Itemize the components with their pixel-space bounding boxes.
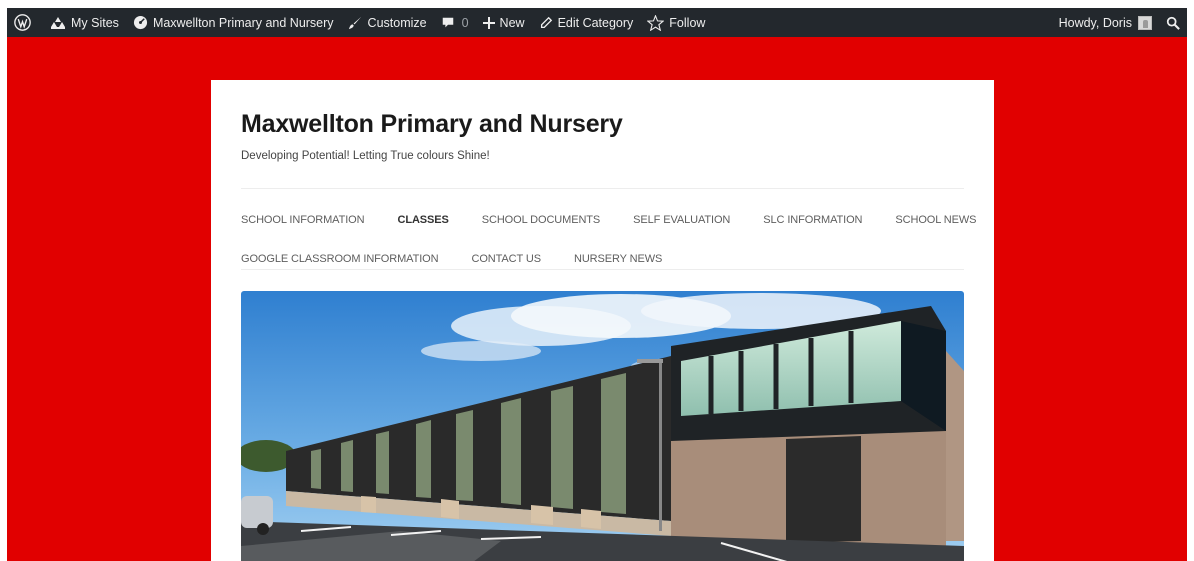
site-name-menu[interactable]: Maxwellton Primary and Nursery [126, 8, 341, 37]
site-description: Developing Potential! Letting True colou… [241, 150, 490, 162]
dashboard-icon [133, 15, 148, 30]
follow-label: Follow [669, 15, 706, 30]
my-sites-menu[interactable]: My Sites [43, 8, 126, 37]
nav-item-slc-information[interactable]: SLC INFORMATION [763, 214, 862, 226]
customize-label: Customize [367, 15, 427, 30]
nav-bottom-divider [241, 269, 964, 270]
star-outline-icon [647, 14, 665, 31]
site-title[interactable]: Maxwellton Primary and Nursery [241, 110, 623, 139]
site-name-label: Maxwellton Primary and Nursery [152, 15, 334, 30]
site-page: Maxwellton Primary and Nursery Developin… [211, 80, 994, 561]
plus-icon [482, 16, 495, 29]
page-frame: My Sites Maxwellton Primary and Nursery … [7, 8, 1187, 561]
wordpress-logo-icon [14, 14, 31, 31]
nav-item-school-documents[interactable]: SCHOOL DOCUMENTS [482, 214, 600, 226]
main-navigation: SCHOOL INFORMATION CLASSES SCHOOL DOCUME… [241, 200, 977, 278]
account-menu[interactable]: Howdy, Doris [1052, 8, 1159, 37]
admin-bar-secondary: Howdy, Doris [1052, 8, 1187, 37]
admin-bar: My Sites Maxwellton Primary and Nursery … [7, 8, 1187, 37]
nav-top-divider [241, 188, 964, 189]
howdy-label: Howdy, Doris [1058, 15, 1132, 30]
nav-item-google-classroom-information[interactable]: GOOGLE CLASSROOM INFORMATION [241, 253, 439, 265]
nav-row: GOOGLE CLASSROOM INFORMATION CONTACT US … [241, 239, 964, 278]
admin-search-button[interactable] [1159, 8, 1187, 37]
nav-item-nursery-news[interactable]: NURSERY NEWS [574, 253, 662, 265]
nav-item-school-information[interactable]: SCHOOL INFORMATION [241, 214, 365, 226]
new-label: New [499, 15, 525, 30]
comments-count: 0 [461, 15, 469, 30]
nav-row: SCHOOL INFORMATION CLASSES SCHOOL DOCUME… [241, 200, 977, 239]
nav-item-self-evaluation[interactable]: SELF EVALUATION [633, 214, 730, 226]
new-content-button[interactable]: New [476, 8, 532, 37]
my-sites-label: My Sites [71, 15, 119, 30]
avatar [1138, 15, 1152, 30]
school-building-photo [241, 291, 964, 561]
edit-category-label: Edit Category [557, 15, 634, 30]
comment-icon [441, 16, 455, 30]
nav-item-school-news[interactable]: SCHOOL NEWS [895, 214, 976, 226]
comments-button[interactable]: 0 [434, 8, 476, 37]
pencil-icon [539, 16, 553, 30]
wordpress-logo-button[interactable] [7, 8, 43, 37]
my-sites-icon [50, 16, 66, 30]
paintbrush-icon [348, 15, 363, 30]
search-icon [1166, 16, 1180, 30]
follow-button[interactable]: Follow [640, 8, 712, 37]
nav-item-classes[interactable]: CLASSES [397, 214, 448, 226]
customize-button[interactable]: Customize [341, 8, 434, 37]
edit-category-button[interactable]: Edit Category [532, 8, 641, 37]
nav-item-contact-us[interactable]: CONTACT US [471, 253, 541, 265]
